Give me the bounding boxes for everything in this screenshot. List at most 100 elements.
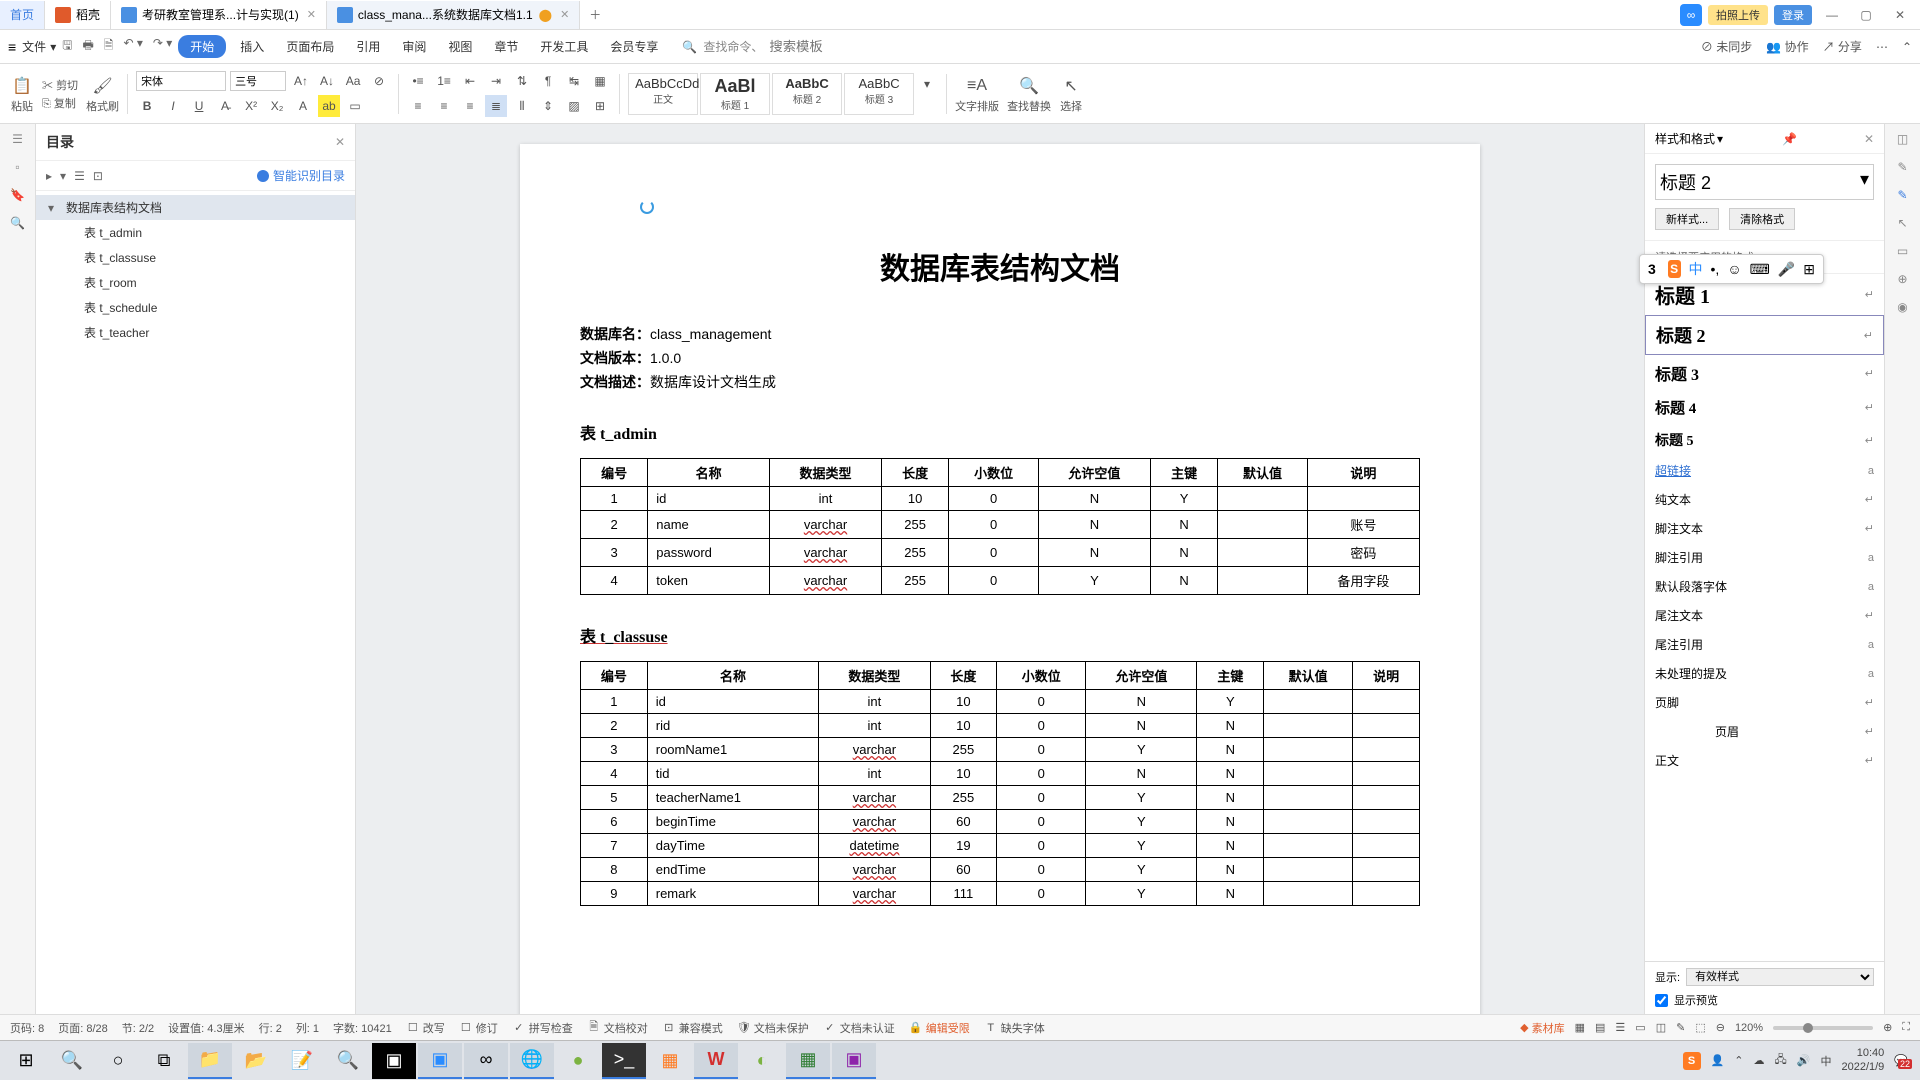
tab-doc-0[interactable]: 稻壳 xyxy=(45,1,111,29)
underline-icon[interactable]: U xyxy=(188,95,210,117)
sb-track[interactable]: ☐修订 xyxy=(459,1020,498,1036)
rr-icon[interactable]: ▭ xyxy=(1897,244,1908,258)
tray-volume-icon[interactable]: 🔊 xyxy=(1797,1054,1811,1067)
clear-format-icon[interactable]: ⊘ xyxy=(368,70,390,92)
tb-app[interactable]: ▣ xyxy=(832,1043,876,1079)
sb-section[interactable]: 节: 2/2 xyxy=(122,1020,154,1036)
style-h3[interactable]: AaBbC标题 3 xyxy=(844,73,914,115)
view-mode-icon[interactable]: ◫ xyxy=(1656,1021,1666,1034)
tray-people-icon[interactable]: 👤 xyxy=(1711,1054,1725,1067)
tray-clock[interactable]: 10:40 2022/1/9 xyxy=(1841,1047,1884,1073)
rr-icon[interactable]: ⊕ xyxy=(1897,272,1907,286)
strike-icon[interactable]: A̵ xyxy=(214,95,236,117)
tb-app[interactable]: ▦ xyxy=(648,1043,692,1079)
text-layout-button[interactable]: ≡A文字排版 xyxy=(955,74,999,114)
sb-row[interactable]: 行: 2 xyxy=(259,1020,282,1036)
view-mode-icon[interactable]: ✎ xyxy=(1676,1021,1685,1034)
tb-app[interactable]: ◐ xyxy=(740,1043,784,1079)
undo-icon[interactable]: ↶ ▾ xyxy=(123,36,142,57)
borders-icon[interactable]: ⊞ xyxy=(589,95,611,117)
tb-app[interactable]: ▣ xyxy=(418,1043,462,1079)
tray-cloud-icon[interactable]: ☁ xyxy=(1754,1054,1765,1067)
rr-icon[interactable]: ✎ xyxy=(1897,188,1907,202)
tb-app[interactable]: ∞ xyxy=(464,1043,508,1079)
ruler-icon[interactable]: ▦ xyxy=(589,70,611,92)
menu-review[interactable]: 审阅 xyxy=(394,34,434,59)
close-window-button[interactable]: ✕ xyxy=(1886,1,1914,29)
style-item[interactable]: 正文↵ xyxy=(1645,746,1884,775)
distribute-icon[interactable]: ⫴ xyxy=(511,95,533,117)
menu-member[interactable]: 会员专享 xyxy=(602,34,666,59)
ime-voice-icon[interactable]: ⌨ xyxy=(1750,261,1770,278)
share-button[interactable]: ↗ 分享 xyxy=(1823,38,1862,55)
para-mark-icon[interactable]: ¶ xyxy=(537,70,559,92)
tb-chrome[interactable]: 🌐 xyxy=(510,1043,554,1079)
preview-icon[interactable]: 🗎 xyxy=(104,36,114,57)
collapse-icon[interactable]: ▾ xyxy=(60,169,66,183)
maximize-button[interactable]: ▢ xyxy=(1852,1,1880,29)
sb-page-count[interactable]: 页面: 8/28 xyxy=(58,1020,108,1036)
sb-position[interactable]: 设置值: 4.3厘米 xyxy=(168,1020,244,1036)
style-item[interactable]: 纯文本↵ xyxy=(1645,485,1884,514)
bold-icon[interactable]: B xyxy=(136,95,158,117)
tree-item[interactable]: 表 t_admin xyxy=(36,220,355,245)
tb-app[interactable]: 🔍 xyxy=(326,1043,370,1079)
sb-material[interactable]: ◆ 素材库 xyxy=(1520,1020,1564,1036)
style-item[interactable]: 标题 2↵ xyxy=(1645,315,1884,355)
style-item[interactable]: 脚注引用a xyxy=(1645,543,1884,572)
search-button[interactable]: 🔍 xyxy=(50,1043,94,1079)
tb-app[interactable]: ▣ xyxy=(372,1043,416,1079)
taskview-button[interactable]: ⧉ xyxy=(142,1043,186,1079)
menu-start[interactable]: 开始 xyxy=(178,35,226,58)
style-item[interactable]: 尾注文本↵ xyxy=(1645,601,1884,630)
menu-references[interactable]: 引用 xyxy=(348,34,388,59)
cut-button[interactable]: ✂ 剪切 xyxy=(42,77,78,93)
shrink-font-icon[interactable]: A↓ xyxy=(316,70,338,92)
zoom-out-icon[interactable]: ⊖ xyxy=(1716,1021,1725,1034)
sb-overwrite[interactable]: ☐改写 xyxy=(406,1020,445,1036)
tree-item[interactable]: 表 t_schedule xyxy=(36,295,355,320)
cloud-icon[interactable]: ∞ xyxy=(1680,4,1702,26)
align-right-icon[interactable]: ≡ xyxy=(459,95,481,117)
menu-sections[interactable]: 章节 xyxy=(486,34,526,59)
menu-page-layout[interactable]: 页面布局 xyxy=(278,34,342,59)
collab-button[interactable]: 👥 协作 xyxy=(1766,38,1808,55)
tray-up-icon[interactable]: ⌃ xyxy=(1734,1054,1743,1067)
new-tab-button[interactable]: ＋ xyxy=(580,6,610,23)
style-normal[interactable]: AaBbCcDd正文 xyxy=(628,73,698,115)
tab-doc-1[interactable]: 考研教室管理系...计与实现(1)✕ xyxy=(111,1,327,29)
sb-col[interactable]: 列: 1 xyxy=(296,1020,319,1036)
close-icon[interactable]: ✕ xyxy=(560,8,569,21)
tb-app[interactable]: 📁 xyxy=(188,1043,232,1079)
style-item[interactable]: 页眉↵ xyxy=(1645,717,1884,746)
style-item[interactable]: 尾注引用a xyxy=(1645,630,1884,659)
document-canvas[interactable]: 数据库表结构文档 数据库名：class_management 文档版本：1.0.… xyxy=(356,124,1644,1014)
start-button[interactable]: ⊞ xyxy=(4,1043,48,1079)
outline-opt2-icon[interactable]: ⊡ xyxy=(93,169,103,183)
ime-lang-icon[interactable]: 中 xyxy=(1689,259,1703,279)
style-item[interactable]: 页脚↵ xyxy=(1645,688,1884,717)
style-item[interactable]: 未处理的提及a xyxy=(1645,659,1884,688)
expand-icon[interactable]: ▸ xyxy=(46,169,52,183)
close-styles-icon[interactable]: ✕ xyxy=(1864,132,1874,146)
change-case-icon[interactable]: Aa xyxy=(342,70,364,92)
tab-doc-2[interactable]: class_mana...系统数据库文档1.1⬤✕ xyxy=(327,1,580,29)
bookmark-tab-icon[interactable]: 🔖 xyxy=(10,188,25,202)
fullscreen-icon[interactable]: ⛶ xyxy=(1902,1021,1910,1034)
zoom-value[interactable]: 120% xyxy=(1735,1022,1763,1034)
more-icon[interactable]: ⋯ xyxy=(1876,40,1888,54)
view-mode-icon[interactable]: ⬚ xyxy=(1695,1021,1705,1034)
tree-item[interactable]: 表 t_room xyxy=(36,270,355,295)
rr-icon[interactable]: ◫ xyxy=(1897,132,1908,146)
line-spacing-icon[interactable]: ⇕ xyxy=(537,95,559,117)
smart-outline-button[interactable]: 智能识别目录 xyxy=(257,167,345,184)
tab-icon[interactable]: ↹ xyxy=(563,70,585,92)
save-icon[interactable]: 🖫 xyxy=(62,36,72,57)
subscript-icon[interactable]: X₂ xyxy=(266,95,288,117)
sort-icon[interactable]: ⇅ xyxy=(511,70,533,92)
sb-edit-restrict[interactable]: 🔒编辑受限 xyxy=(909,1020,970,1036)
rr-icon[interactable]: ✎ xyxy=(1897,160,1907,174)
ime-punct-icon[interactable]: •, xyxy=(1711,261,1720,277)
sync-status[interactable]: ⊘ 未同步 xyxy=(1701,38,1752,55)
outline-opt-icon[interactable]: ☰ xyxy=(74,169,85,183)
